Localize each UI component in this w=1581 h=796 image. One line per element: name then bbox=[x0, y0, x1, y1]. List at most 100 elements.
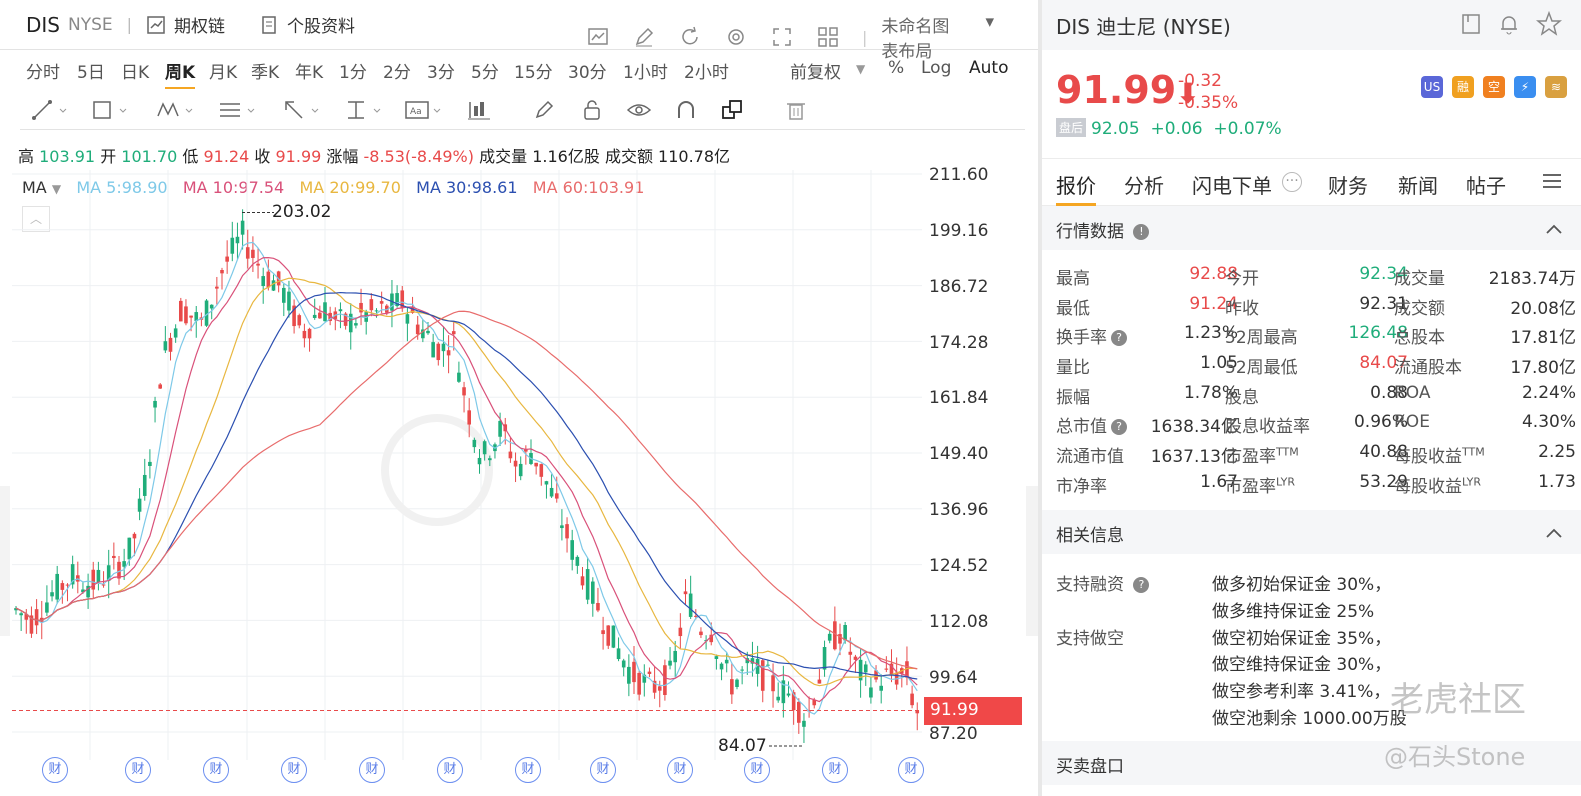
earnings-marker[interactable]: 财 bbox=[667, 757, 693, 783]
candle-body bbox=[282, 287, 286, 303]
close-value: 91.99 bbox=[275, 147, 322, 166]
indicator-icon[interactable] bbox=[586, 25, 610, 49]
feature-badge-icon[interactable]: ≋ bbox=[1545, 76, 1567, 98]
earnings-marker[interactable]: 财 bbox=[203, 757, 229, 783]
quote-tab-2[interactable]: 闪电下单 bbox=[1192, 170, 1272, 199]
earnings-marker[interactable]: 财 bbox=[744, 757, 770, 783]
label-text: 股息 bbox=[1225, 387, 1259, 408]
earnings-marker[interactable]: 财 bbox=[822, 757, 848, 783]
candle-body bbox=[719, 663, 724, 670]
feature-badge-icon[interactable]: 空 bbox=[1483, 76, 1505, 98]
magnet-icon[interactable] bbox=[674, 98, 698, 122]
trash-icon[interactable] bbox=[784, 98, 808, 122]
quote-tab-5[interactable]: 帖子 bbox=[1466, 170, 1506, 199]
right-scroll-handle[interactable] bbox=[1026, 486, 1038, 636]
feature-badge-icon[interactable]: US bbox=[1421, 76, 1443, 98]
related-info-section[interactable]: 相关信息 bbox=[1042, 510, 1581, 554]
y-tick-label: 149.40 bbox=[929, 444, 989, 464]
text-tool-icon[interactable]: Aa bbox=[404, 98, 444, 122]
profile-button[interactable]: 个股资料 bbox=[259, 12, 355, 37]
earnings-marker[interactable]: 财 bbox=[898, 757, 924, 783]
candle-body bbox=[312, 314, 317, 318]
period-tab-0[interactable]: 分时 bbox=[26, 58, 60, 83]
more-icon[interactable]: ··· bbox=[1282, 172, 1302, 192]
period-tab-9[interactable]: 3分 bbox=[427, 58, 455, 83]
brand-watermark: 老虎社区 bbox=[1390, 680, 1526, 720]
bookmark-icon[interactable] bbox=[1460, 13, 1482, 39]
earnings-marker[interactable]: 财 bbox=[437, 757, 463, 783]
candle-body bbox=[601, 630, 605, 635]
auto-toggle[interactable]: Auto bbox=[969, 58, 1008, 78]
pattern-tool-icon[interactable] bbox=[156, 98, 196, 122]
menu-icon[interactable] bbox=[1540, 169, 1564, 198]
bars-tool-icon[interactable] bbox=[466, 98, 494, 122]
adjust-select[interactable]: 前复权 bbox=[790, 58, 841, 83]
earnings-marker[interactable]: 财 bbox=[590, 757, 616, 783]
options-chain-button[interactable]: 期权链 bbox=[146, 12, 225, 37]
log-toggle[interactable]: Log bbox=[921, 58, 951, 78]
candle-body bbox=[148, 461, 152, 466]
grid-layout-icon[interactable] bbox=[816, 25, 840, 49]
earnings-marker[interactable]: 财 bbox=[515, 757, 541, 783]
period-tab-12[interactable]: 30分 bbox=[568, 58, 607, 83]
refresh-icon[interactable] bbox=[678, 25, 702, 49]
market-data-section[interactable]: 行情数据 ! bbox=[1042, 206, 1581, 250]
info-icon[interactable]: ! bbox=[1133, 224, 1150, 240]
earnings-marker[interactable]: 财 bbox=[359, 757, 385, 783]
last-price-tag: 91.99 bbox=[924, 697, 1022, 725]
svg-text:Aa: Aa bbox=[410, 107, 422, 117]
gear-icon[interactable] bbox=[724, 25, 748, 49]
period-tab-13[interactable]: 1小时 bbox=[623, 58, 668, 83]
quote-tab-4[interactable]: 新闻 bbox=[1398, 170, 1438, 199]
quote-tab-0[interactable]: 报价 bbox=[1056, 170, 1096, 206]
earnings-marker[interactable]: 财 bbox=[42, 757, 68, 783]
market-data-label: 52周最高 bbox=[1225, 323, 1298, 348]
market-data-label: 每股收益TTM bbox=[1394, 442, 1485, 467]
layers-icon[interactable] bbox=[720, 98, 744, 122]
fullscreen-icon[interactable] bbox=[770, 25, 794, 49]
candle-body bbox=[534, 462, 538, 467]
candle-body bbox=[627, 666, 631, 684]
help-icon[interactable]: ? bbox=[1111, 330, 1127, 347]
period-tab-14[interactable]: 2小时 bbox=[684, 58, 729, 83]
chevron-up-icon[interactable] bbox=[1545, 220, 1563, 240]
candle-body bbox=[580, 576, 585, 586]
period-tab-7[interactable]: 1分 bbox=[339, 58, 367, 83]
label-text: 量比 bbox=[1056, 358, 1090, 379]
measure-tool-icon[interactable] bbox=[344, 98, 384, 122]
candle-body bbox=[678, 627, 683, 637]
period-tab-3[interactable]: 周K bbox=[165, 58, 196, 89]
period-tab-8[interactable]: 2分 bbox=[383, 58, 411, 83]
arrow-tool-icon[interactable] bbox=[282, 98, 322, 122]
draw-icon[interactable] bbox=[632, 25, 656, 49]
candlestick-chart[interactable] bbox=[12, 170, 922, 760]
star-icon[interactable] bbox=[1535, 10, 1563, 41]
period-tab-10[interactable]: 5分 bbox=[471, 58, 499, 83]
period-tab-5[interactable]: 季K bbox=[251, 58, 279, 83]
eye-icon[interactable] bbox=[626, 98, 652, 122]
quote-tab-1[interactable]: 分析 bbox=[1124, 170, 1164, 199]
period-tab-2[interactable]: 日K bbox=[121, 58, 149, 83]
period-tab-6[interactable]: 年K bbox=[295, 58, 323, 83]
fib-tool-icon[interactable] bbox=[218, 98, 258, 122]
earnings-marker[interactable]: 财 bbox=[281, 757, 307, 783]
left-scroll-handle[interactable] bbox=[0, 486, 10, 636]
feature-badge-icon[interactable]: ⚡ bbox=[1514, 76, 1536, 98]
pen-tool-icon[interactable] bbox=[532, 98, 556, 122]
bell-icon[interactable] bbox=[1497, 12, 1521, 40]
help-icon[interactable]: ? bbox=[1133, 577, 1150, 593]
quote-tab-3[interactable]: 财务 bbox=[1328, 170, 1368, 199]
period-tab-1[interactable]: 5日 bbox=[77, 58, 105, 83]
period-tab-11[interactable]: 15分 bbox=[514, 58, 553, 83]
after-hours: 盘后 92.05 +0.06 +0.07% bbox=[1056, 118, 1282, 139]
percent-toggle[interactable]: % bbox=[888, 58, 904, 78]
chevron-up-icon[interactable] bbox=[1545, 524, 1563, 544]
lock-icon[interactable] bbox=[580, 98, 604, 122]
help-icon[interactable]: ? bbox=[1111, 419, 1127, 436]
earnings-marker[interactable]: 财 bbox=[125, 757, 151, 783]
rectangle-tool-icon[interactable] bbox=[90, 98, 130, 122]
candle-body bbox=[60, 583, 65, 590]
feature-badge-icon[interactable]: 融 bbox=[1452, 76, 1474, 98]
period-tab-4[interactable]: 月K bbox=[209, 58, 237, 83]
line-tool-icon[interactable] bbox=[30, 98, 70, 122]
